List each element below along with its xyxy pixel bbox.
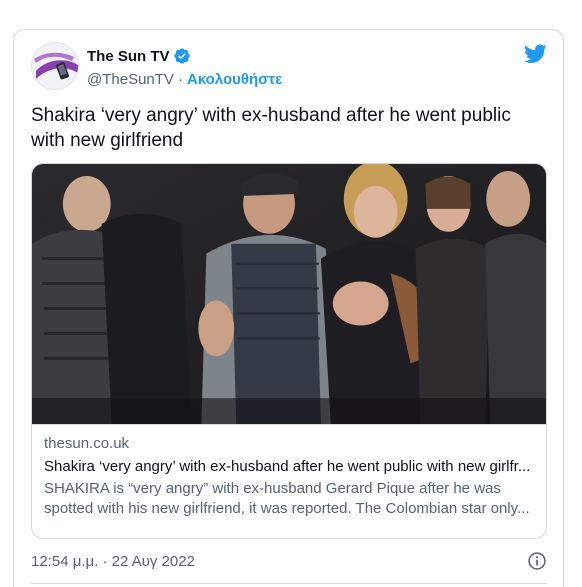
article-image[interactable] — [32, 164, 546, 425]
info-icon[interactable] — [527, 551, 547, 571]
avatar[interactable] — [31, 42, 79, 90]
link-preview-card[interactable]: thesun.co.uk Shakira ‘very angry’ with e… — [31, 163, 547, 539]
tweet-header: The Sun TV @TheSunTV · Ακολουθήστε — [31, 42, 547, 90]
tweet-card[interactable]: The Sun TV @TheSunTV · Ακολουθήστε Shaki… — [13, 29, 564, 587]
twitter-bird-icon[interactable] — [524, 44, 547, 64]
link-domain: thesun.co.uk — [44, 435, 130, 452]
handle[interactable]: @TheSunTV — [87, 71, 174, 88]
link-title[interactable]: Shakira ‘very angry’ with ex-husband aft… — [44, 457, 534, 477]
link-description: SHAKIRA is “very angry” with ex-husband … — [44, 480, 530, 517]
tweet-text: Shakira ‘very angry’ with ex-husband aft… — [31, 105, 511, 151]
divider — [31, 583, 547, 584]
separator-dot: · — [177, 70, 183, 88]
tweet-timestamp[interactable]: 12:54 μ.μ. · 22 Αυγ 2022 — [31, 552, 195, 572]
follow-link[interactable]: Ακολουθήστε — [187, 71, 282, 88]
display-name[interactable]: The Sun TV — [87, 48, 170, 65]
user-block: The Sun TV @TheSunTV · Ακολουθήστε — [87, 46, 282, 89]
link-meta: thesun.co.uk Shakira ‘very angry’ with e… — [32, 425, 546, 519]
verified-badge-icon — [173, 48, 190, 64]
